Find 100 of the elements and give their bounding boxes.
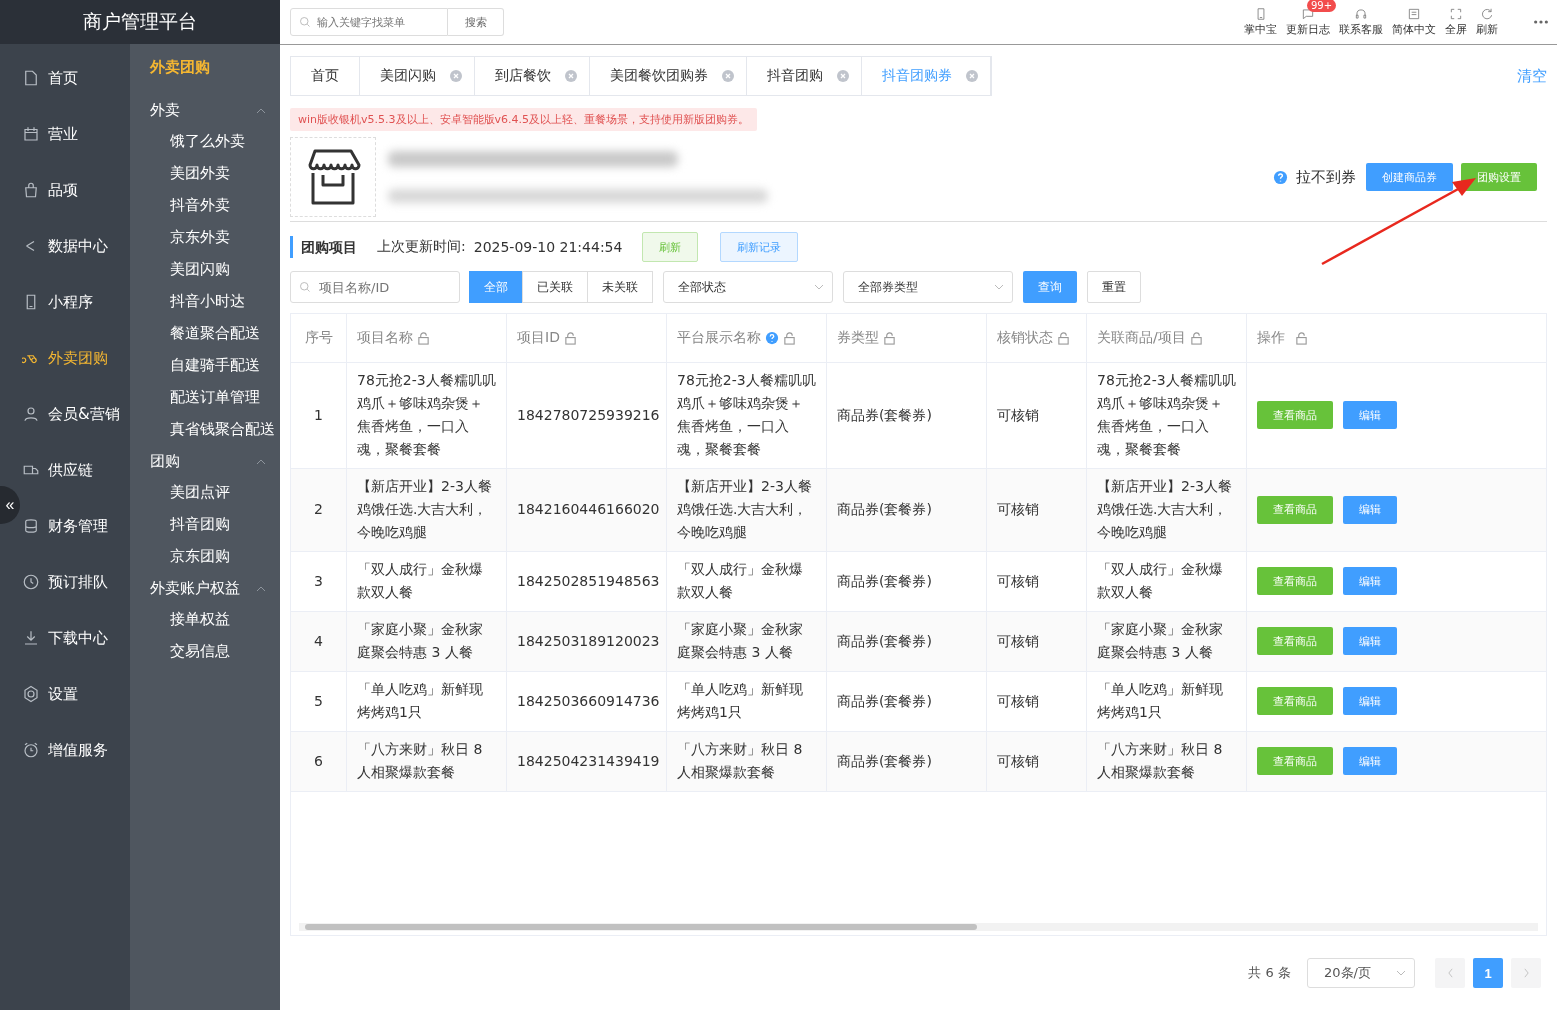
submenu-item[interactable]: 自建骑手配送 (130, 350, 280, 382)
nav-icon (22, 69, 40, 87)
chevron-right-icon (1522, 967, 1530, 978)
lock-icon[interactable] (563, 331, 577, 345)
notice-banner: win版收银机v5.5.3及以上、安卓智能版v6.4.5及以上轻、重餐场景，支持使用新版团购券。 (290, 108, 758, 131)
section-title: 团购项目 (290, 236, 357, 258)
tool-icon[interactable] (1354, 7, 1368, 21)
horizontal-scrollbar[interactable] (299, 923, 1538, 931)
nav-item[interactable]: 外卖团购 (22, 330, 130, 386)
nav-item[interactable]: 增值服务 (22, 722, 130, 778)
submenu-item[interactable]: 接单权益 (130, 604, 280, 636)
nav-item[interactable]: 数据中心 (22, 218, 130, 274)
help-icon[interactable] (1273, 169, 1288, 185)
table-cell-text: 1842502851948563 (517, 571, 660, 591)
table-cell-text: 1842503189120023 (517, 631, 660, 651)
table-cell-text: 「单人吃鸡」新鲜现烤烤鸡1只 (677, 680, 804, 722)
submenu-item[interactable]: 美团闪购 (130, 254, 280, 286)
caret-icon (814, 284, 824, 290)
filter-segment[interactable]: 未关联 (587, 271, 653, 303)
table-cell-text: 可核销 (997, 405, 1039, 425)
nav-item[interactable]: 品项 (22, 162, 130, 218)
submenu-item[interactable]: 饿了么外卖 (130, 126, 280, 158)
collapse-button[interactable]: « (0, 486, 20, 524)
page-tab[interactable]: 美团闪购 (360, 57, 475, 95)
tool-icon[interactable] (1407, 7, 1421, 21)
column-header: 操作 (1257, 329, 1285, 347)
reset-button[interactable]: 重置 (1087, 271, 1141, 303)
status-select[interactable]: 全部状态 (663, 271, 833, 303)
submenu-group[interactable]: 外卖账户权益 (130, 573, 280, 604)
submenu-title: 外卖团购 (149, 57, 211, 78)
nav-item[interactable]: 下载中心 (22, 610, 130, 666)
tool-label[interactable]: 全屏 (1445, 23, 1467, 37)
lock-icon[interactable] (1057, 331, 1070, 345)
submenu-item[interactable]: 餐道聚合配送 (130, 318, 280, 350)
submenu-item[interactable]: 抖音外卖 (130, 190, 280, 222)
table-cell-text: 商品券(套餐券) (837, 631, 932, 651)
nav-item[interactable]: 首页 (22, 50, 130, 106)
nav-item[interactable]: 会员&营销 (22, 386, 130, 442)
tool-label[interactable]: 刷新 (1476, 23, 1498, 37)
table-cell-text: 1842160446166020 (517, 500, 660, 519)
submenu-group[interactable]: 团购 (130, 446, 280, 477)
nav-item[interactable]: 设置 (22, 666, 130, 722)
table-cell-text: 「家庭小聚」金秋家庭聚会特惠 3 人餐 (677, 620, 804, 662)
table-cell-text: 商品券(套餐券) (837, 571, 932, 591)
nav-item[interactable]: 供应链 (22, 442, 130, 498)
submenu-item[interactable]: 美团外卖 (130, 158, 280, 190)
close-icon[interactable] (565, 70, 577, 82)
nav-item[interactable]: 营业 (22, 106, 130, 162)
submenu-item[interactable]: 美团点评 (130, 477, 280, 509)
close-icon[interactable] (722, 70, 734, 82)
page-tab[interactable]: 抖音团购 (747, 57, 862, 95)
page-tab[interactable]: 首页 (291, 57, 360, 95)
table-cell-text: 商品券(套餐券) (837, 691, 932, 711)
page-size-select[interactable]: 20条/页 (1307, 958, 1415, 988)
lock-icon[interactable] (417, 331, 430, 345)
nav-icon (22, 405, 40, 423)
nav-item[interactable]: 预订排队 (22, 554, 130, 610)
tool-label[interactable]: 掌中宝 (1244, 23, 1277, 37)
page-tab[interactable]: 美团餐饮团购券 (590, 57, 747, 95)
filter-segment[interactable]: 已关联 (522, 271, 588, 303)
tool-icon[interactable] (1480, 7, 1494, 21)
table-cell-text: 78元抢2-3人餐糯叽叽鸡爪＋够味鸡杂煲＋焦香烤鱼，一口入魂，聚餐套餐 (677, 371, 816, 459)
column-header: 平台展示名称 (677, 329, 761, 347)
close-icon[interactable] (450, 70, 462, 82)
close-icon[interactable] (837, 70, 849, 82)
lock-icon[interactable] (783, 331, 796, 345)
page-tab[interactable]: 到店餐饮 (475, 57, 590, 95)
tool-icon[interactable] (1449, 7, 1463, 21)
submenu-item[interactable]: 京东团购 (130, 541, 280, 573)
updated-label: 上次更新时间: (377, 238, 466, 256)
lock-icon[interactable] (883, 331, 896, 345)
table-cell-text: 「双人成行」金秋爆款双人餐 (357, 560, 484, 602)
coupon-type-select[interactable]: 全部券类型 (843, 271, 1013, 303)
tool-label[interactable]: 简体中文 (1392, 23, 1436, 37)
tool-label[interactable]: 更新日志 (1286, 23, 1330, 37)
table-cell-text: 「双人成行」金秋爆款双人餐 (1097, 560, 1224, 602)
nav-item[interactable]: 小程序 (22, 274, 130, 330)
table-cell-text: 商品券(套餐券) (837, 500, 932, 519)
tool-label[interactable]: 联系客服 (1339, 23, 1383, 37)
submenu-item[interactable]: 配送订单管理 (130, 382, 280, 414)
menu-search-field[interactable]: 输入关键字找菜单 (290, 8, 448, 36)
table-cell-text: 「八方来财」秋日 8 人相聚爆款套餐 (1097, 740, 1224, 782)
submenu-item[interactable]: 真省钱聚合配送 (130, 414, 280, 446)
search-button[interactable]: 搜索 (448, 8, 504, 36)
lock-icon[interactable] (1189, 331, 1203, 345)
submenu-group[interactable]: 外卖 (130, 95, 280, 126)
submenu-item[interactable]: 京东外卖 (130, 222, 280, 254)
nav-icon (22, 517, 40, 535)
help-link[interactable]: 拉不到券 (1296, 167, 1356, 187)
help-icon[interactable] (765, 331, 779, 345)
lock-icon[interactable] (1295, 331, 1308, 345)
submenu-item[interactable]: 抖音小时达 (130, 286, 280, 318)
tool-icon[interactable] (1301, 7, 1315, 21)
project-search-field[interactable]: 项目名称/ID (290, 271, 460, 303)
nav-item[interactable]: 财务管理 (22, 498, 130, 554)
submenu-item[interactable]: 交易信息 (130, 636, 280, 668)
more-icon[interactable] (1533, 19, 1549, 25)
close-icon[interactable] (966, 70, 978, 82)
column-header: 核销状态 (997, 329, 1053, 347)
submenu-item[interactable]: 抖音团购 (130, 509, 280, 541)
